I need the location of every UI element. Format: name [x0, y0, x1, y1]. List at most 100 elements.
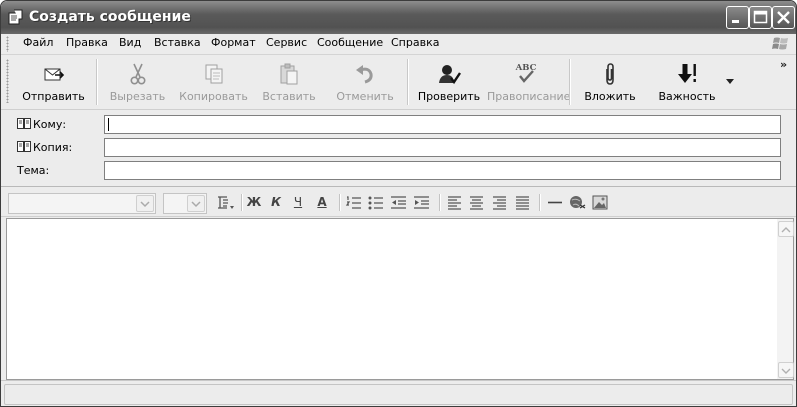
hyperlink-icon	[570, 196, 586, 209]
align-right-button[interactable]	[491, 194, 509, 211]
cc-field-button[interactable]: Копия:	[17, 140, 72, 154]
underline-button[interactable]: Ч	[289, 194, 307, 211]
decrease-indent-button[interactable]	[390, 194, 408, 211]
numbered-list-icon	[345, 196, 361, 209]
menu-help[interactable]: Справка	[391, 36, 439, 49]
message-window: Создать сообщение Файл Правка Вид Вставк…	[0, 0, 797, 407]
send-button[interactable]: Отправить	[16, 57, 91, 107]
paste-icon	[280, 63, 298, 85]
minimize-button[interactable]	[726, 6, 749, 29]
horizontal-line-button[interactable]	[546, 194, 564, 211]
paragraph-style-icon	[218, 196, 234, 209]
check-names-button[interactable]: Проверить	[413, 57, 485, 107]
chevron-down-icon	[781, 368, 791, 374]
copy-icon	[205, 64, 222, 84]
spelling-label: Правописание	[487, 90, 571, 103]
toolbar-overflow-chevron[interactable]: »	[780, 58, 787, 71]
align-center-button[interactable]	[468, 194, 486, 211]
priority-button[interactable]: Важность	[649, 57, 725, 107]
to-label: Кому:	[33, 118, 67, 131]
align-left-icon	[448, 196, 461, 210]
cc-label: Копия:	[33, 141, 73, 154]
vertical-scrollbar[interactable]	[777, 219, 794, 379]
text-caret	[108, 118, 109, 131]
decrease-indent-icon	[391, 196, 406, 209]
check-names-label: Проверить	[417, 90, 481, 103]
bullet-list-icon	[368, 196, 383, 210]
menu-view[interactable]: Вид	[119, 36, 141, 49]
numbered-list-button[interactable]	[345, 194, 363, 211]
font-size-select[interactable]	[163, 193, 207, 214]
font-family-select[interactable]	[8, 193, 156, 214]
send-label: Отправить	[22, 90, 85, 103]
menu-grip[interactable]	[6, 36, 9, 52]
insert-picture-button[interactable]	[591, 194, 609, 211]
maximize-icon	[753, 10, 768, 24]
main-toolbar: Отправить Вырезать Копировать Вставить О…	[1, 55, 796, 110]
toolbar-grip[interactable]	[6, 59, 9, 103]
cut-button[interactable]: Вырезать	[101, 57, 174, 107]
cc-input[interactable]	[104, 138, 781, 157]
menu-message[interactable]: Сообщение	[317, 36, 383, 49]
menu-edit[interactable]: Правка	[66, 36, 108, 49]
attach-button[interactable]: Вложить	[575, 57, 645, 107]
scroll-down-button[interactable]	[778, 362, 794, 378]
copy-button[interactable]: Копировать	[176, 57, 251, 107]
message-body[interactable]	[6, 218, 794, 380]
send-icon	[44, 68, 64, 81]
address-book-icon	[17, 118, 31, 129]
scroll-up-button[interactable]	[778, 221, 794, 237]
insert-picture-icon	[592, 195, 608, 210]
paragraph-style-button[interactable]	[215, 194, 237, 211]
undo-button[interactable]: Отменить	[329, 57, 401, 107]
chevron-down-icon	[140, 201, 150, 208]
to-input[interactable]	[104, 115, 781, 134]
undo-icon	[356, 65, 373, 84]
subject-label: Тема:	[17, 164, 50, 177]
address-book-icon	[17, 141, 31, 152]
minimize-icon	[732, 20, 739, 23]
close-button[interactable]	[772, 6, 795, 29]
subject-input[interactable]	[104, 161, 781, 180]
justify-button[interactable]	[514, 194, 532, 211]
chevron-down-icon	[191, 201, 201, 208]
spelling-button[interactable]: ABC Правописание	[487, 57, 571, 107]
menu-insert[interactable]: Вставка	[154, 36, 201, 49]
menu-format[interactable]: Формат	[211, 36, 256, 49]
check-names-icon	[439, 65, 461, 85]
menu-bar: Файл Правка Вид Вставка Формат Сервис Со…	[1, 34, 796, 55]
attach-label: Вложить	[584, 90, 636, 103]
bold-button[interactable]: Ж	[245, 194, 263, 211]
to-field-button[interactable]: Кому:	[17, 117, 66, 131]
align-center-icon	[470, 196, 483, 210]
windows-logo-icon	[772, 37, 788, 50]
menu-tools[interactable]: Сервис	[266, 36, 307, 49]
justify-icon	[516, 196, 529, 210]
align-right-icon	[493, 196, 506, 210]
horizontal-line-icon	[548, 201, 562, 204]
formatting-toolbar: Ж К Ч А	[1, 188, 796, 217]
undo-label: Отменить	[336, 90, 394, 103]
spelling-icon: ABC	[515, 63, 537, 83]
increase-indent-button[interactable]	[413, 194, 431, 211]
italic-button[interactable]: К	[267, 194, 285, 211]
dropdown-arrow-icon[interactable]	[726, 79, 734, 84]
hyperlink-button[interactable]	[568, 194, 586, 211]
copy-label: Копировать	[179, 90, 248, 103]
align-left-button[interactable]	[446, 194, 464, 211]
paste-label: Вставить	[262, 90, 316, 103]
menu-file[interactable]: Файл	[23, 36, 53, 49]
maximize-button[interactable]	[749, 6, 772, 29]
bullet-list-button[interactable]	[367, 194, 385, 211]
chevron-up-icon	[781, 227, 791, 233]
priority-icon	[678, 64, 696, 83]
attach-icon	[606, 63, 614, 85]
status-bar	[1, 380, 796, 406]
increase-indent-icon	[414, 196, 429, 209]
close-icon	[777, 11, 790, 24]
app-icon	[8, 9, 23, 25]
title-bar[interactable]: Создать сообщение	[1, 1, 796, 34]
cut-icon	[130, 63, 146, 85]
paste-button[interactable]: Вставить	[253, 57, 325, 107]
font-color-button[interactable]: А	[312, 194, 332, 211]
